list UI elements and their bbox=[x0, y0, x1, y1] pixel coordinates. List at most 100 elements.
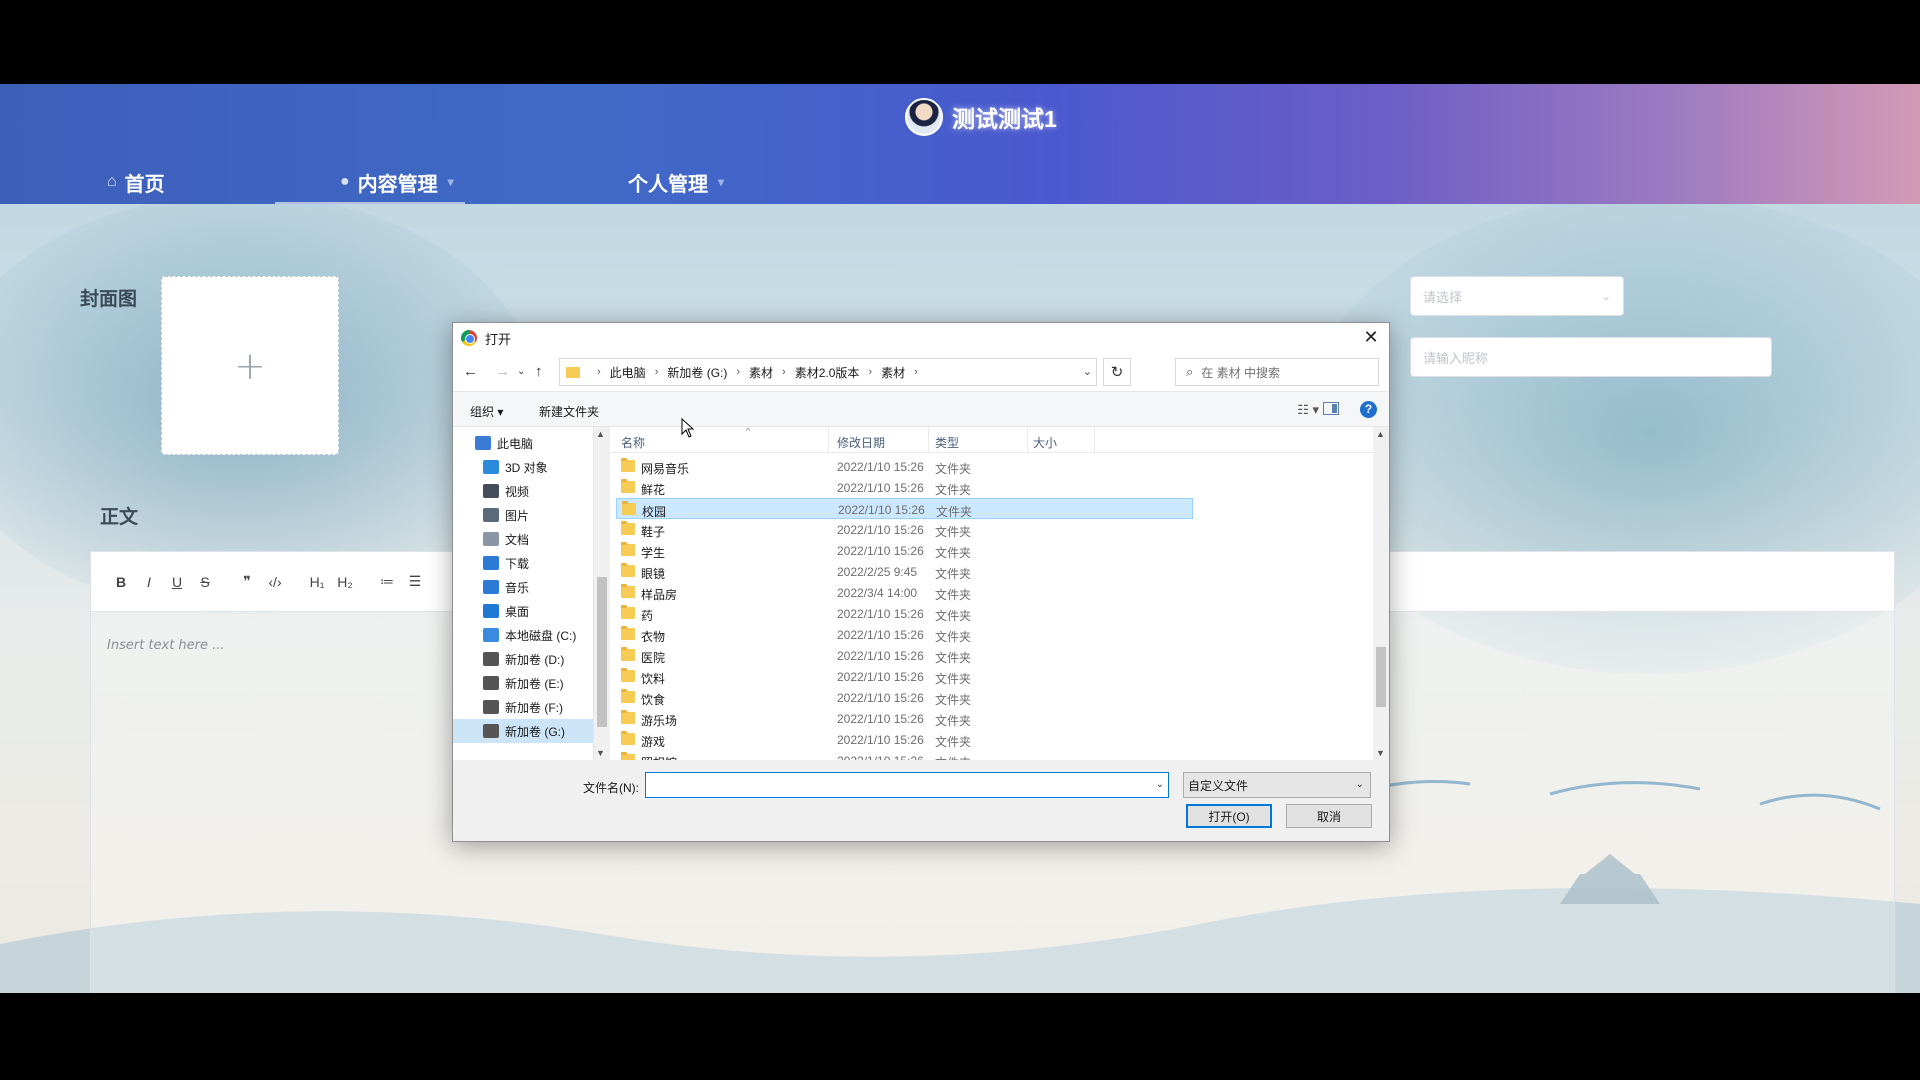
code-button[interactable]: ‹/› bbox=[261, 574, 289, 590]
tree-item[interactable]: 视频 bbox=[453, 479, 593, 503]
chevron-down-icon[interactable]: ⌄ bbox=[1156, 779, 1164, 790]
open-button[interactable]: 打开(O) bbox=[1186, 804, 1272, 828]
tree-item[interactable]: 3D 对象 bbox=[453, 455, 593, 479]
ordered-list-button[interactable]: ≔ bbox=[373, 573, 401, 590]
scroll-down-icon[interactable]: ▼ bbox=[596, 748, 605, 758]
dialog-titlebar[interactable]: 打开 ✕ bbox=[453, 323, 1389, 353]
chevron-down-icon[interactable]: ⌄ bbox=[1083, 365, 1092, 378]
editor-placeholder: Insert text here ... bbox=[107, 638, 225, 653]
file-list-header: ^ 名称 修改日期 类型 大小 bbox=[610, 427, 1373, 453]
crumb-item[interactable]: 素材2.0版本 bbox=[795, 364, 860, 381]
scroll-thumb[interactable] bbox=[597, 577, 607, 727]
file-name: 饮料 bbox=[641, 672, 666, 686]
search-box[interactable]: ⌕ 在 素材 中搜索 bbox=[1175, 358, 1379, 386]
cancel-button[interactable]: 取消 bbox=[1286, 804, 1372, 828]
folder-icon bbox=[621, 731, 635, 745]
crumb-item[interactable]: 素材 bbox=[749, 364, 773, 381]
filename-label: 文件名(N): bbox=[583, 781, 639, 795]
organize-button[interactable]: 组织 ▾ bbox=[470, 403, 503, 420]
bold-button[interactable]: B bbox=[107, 574, 135, 590]
bullet-list-button[interactable]: ☰ bbox=[401, 573, 429, 590]
file-row[interactable]: 样品房 2022/3/4 14:00 文件夹 bbox=[616, 582, 1193, 603]
preview-pane-icon[interactable] bbox=[1323, 402, 1339, 415]
file-row[interactable]: 眼镜 2022/2/25 9:45 文件夹 bbox=[616, 561, 1193, 582]
file-row[interactable]: 照相馆 2022/1/10 15:26 文件夹 bbox=[616, 750, 1193, 760]
crumb-item[interactable]: 新加卷 (G:) bbox=[667, 364, 727, 381]
heading2-button[interactable]: H₂ bbox=[331, 574, 359, 590]
file-row[interactable]: 衣物 2022/1/10 15:26 文件夹 bbox=[616, 624, 1193, 645]
nickname-input[interactable]: 请输入昵称 bbox=[1410, 337, 1772, 377]
user-profile[interactable]: 测试测试1 bbox=[905, 98, 1057, 136]
folder-icon bbox=[621, 563, 635, 577]
tree-item[interactable]: 下载 bbox=[453, 551, 593, 575]
music-icon bbox=[483, 580, 499, 594]
address-bar[interactable]: › 此电脑 › 新加卷 (G:) › 素材 › 素材2.0版本 › 素材 › ⌄ bbox=[559, 358, 1097, 386]
category-select[interactable]: 请选择 ⌄ bbox=[1410, 276, 1624, 316]
tree-item[interactable]: 图片 bbox=[453, 503, 593, 527]
cover-upload[interactable]: + bbox=[161, 276, 339, 455]
file-row[interactable]: 鲜花 2022/1/10 15:26 文件夹 bbox=[616, 477, 1193, 498]
tree-scrollbar[interactable]: ▲ ▼ bbox=[593, 427, 609, 760]
nav-home[interactable]: ⌂ 首页 bbox=[107, 162, 165, 202]
file-row[interactable]: 校园 2022/1/10 15:26 文件夹 bbox=[616, 498, 1193, 519]
file-date: 2022/1/10 15:26 bbox=[837, 523, 924, 537]
tree-item[interactable]: 新加卷 (E:) bbox=[453, 671, 593, 695]
crumb-item[interactable]: 此电脑 bbox=[610, 364, 646, 381]
file-type: 文件夹 bbox=[936, 505, 973, 519]
underline-button[interactable]: U bbox=[163, 574, 191, 590]
file-row[interactable]: 医院 2022/1/10 15:26 文件夹 bbox=[616, 645, 1193, 666]
file-type: 文件夹 bbox=[935, 714, 972, 728]
column-divider[interactable] bbox=[1027, 427, 1028, 453]
column-divider[interactable] bbox=[928, 427, 929, 453]
refresh-button[interactable]: ↻ bbox=[1103, 358, 1131, 386]
filetype-select[interactable]: 自定义文件 ⌄ bbox=[1183, 772, 1371, 798]
file-row[interactable]: 学生 2022/1/10 15:26 文件夹 bbox=[616, 540, 1193, 561]
filename-input[interactable]: ⌄ bbox=[645, 772, 1169, 798]
recent-chevron-icon[interactable]: ⌄ bbox=[517, 366, 525, 377]
nav-content-management[interactable]: ● 内容管理 ▾ bbox=[340, 162, 454, 202]
file-row[interactable]: 饮料 2022/1/10 15:26 文件夹 bbox=[616, 666, 1193, 687]
tree-item[interactable]: 新加卷 (D:) bbox=[453, 647, 593, 671]
blockquote-button[interactable]: ❞ bbox=[233, 573, 261, 590]
file-row[interactable]: 游乐场 2022/1/10 15:26 文件夹 bbox=[616, 708, 1193, 729]
crumb-item[interactable]: 素材 bbox=[881, 364, 905, 381]
tree-item[interactable]: 文档 bbox=[453, 527, 593, 551]
tree-item[interactable]: 新加卷 (G:) bbox=[453, 719, 593, 743]
username: 测试测试1 bbox=[952, 106, 1057, 132]
file-row[interactable]: 药 2022/1/10 15:26 文件夹 bbox=[616, 603, 1193, 624]
column-divider[interactable] bbox=[1094, 427, 1095, 453]
help-icon[interactable]: ? bbox=[1360, 401, 1377, 418]
file-name: 游戏 bbox=[641, 735, 666, 749]
tree-item[interactable]: 新加卷 (F:) bbox=[453, 695, 593, 719]
tree-item[interactable]: 桌面 bbox=[453, 599, 593, 623]
new-folder-button[interactable]: 新建文件夹 bbox=[539, 403, 599, 420]
nav-personal-management[interactable]: 个人管理 ▾ bbox=[628, 162, 724, 202]
view-options-icon[interactable]: ☷ ▾ bbox=[1297, 402, 1319, 418]
file-row[interactable]: 游戏 2022/1/10 15:26 文件夹 bbox=[616, 729, 1193, 750]
tree-item[interactable]: 音乐 bbox=[453, 575, 593, 599]
scroll-down-icon[interactable]: ▼ bbox=[1376, 748, 1385, 758]
up-arrow-icon[interactable]: ↑ bbox=[535, 363, 543, 380]
file-list-scrollbar[interactable]: ▲ ▼ bbox=[1373, 427, 1389, 760]
column-size[interactable]: 大小 bbox=[1033, 434, 1057, 451]
forward-arrow-icon[interactable]: → bbox=[495, 363, 510, 380]
column-date[interactable]: 修改日期 bbox=[837, 434, 885, 451]
close-button[interactable]: ✕ bbox=[1359, 327, 1383, 349]
column-name[interactable]: 名称 bbox=[621, 434, 645, 451]
file-row[interactable]: 鞋子 2022/1/10 15:26 文件夹 bbox=[616, 519, 1193, 540]
tree-item[interactable]: 此电脑 bbox=[453, 431, 593, 455]
file-row[interactable]: 网易音乐 2022/1/10 15:26 文件夹 bbox=[616, 456, 1193, 477]
back-arrow-icon[interactable]: ← bbox=[463, 363, 478, 380]
scroll-up-icon[interactable]: ▲ bbox=[1376, 429, 1385, 439]
file-row[interactable]: 饮食 2022/1/10 15:26 文件夹 bbox=[616, 687, 1193, 708]
file-date: 2022/1/10 15:26 bbox=[837, 649, 924, 663]
strike-button[interactable]: S bbox=[191, 574, 219, 590]
heading1-button[interactable]: H₁ bbox=[303, 574, 331, 590]
column-type[interactable]: 类型 bbox=[935, 434, 959, 451]
tree-item[interactable]: 本地磁盘 (C:) bbox=[453, 623, 593, 647]
column-divider[interactable] bbox=[828, 427, 829, 453]
scroll-thumb[interactable] bbox=[1376, 647, 1386, 707]
scroll-up-icon[interactable]: ▲ bbox=[596, 429, 605, 439]
file-date: 2022/1/10 15:26 bbox=[837, 691, 924, 705]
italic-button[interactable]: I bbox=[135, 574, 163, 590]
